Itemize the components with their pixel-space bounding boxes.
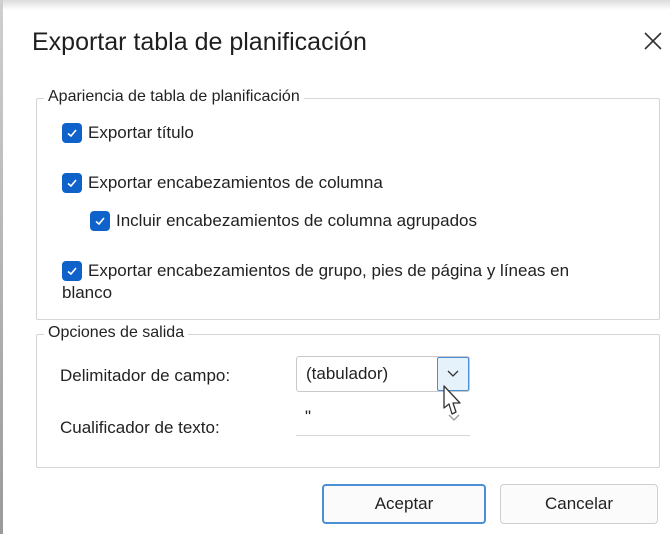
include-grouped-headers-checkbox[interactable]: [90, 211, 110, 231]
text-qualifier-label: Cualificador de texto:: [60, 418, 220, 437]
checkmark-icon: [67, 129, 77, 138]
background-window-edge: [0, 0, 670, 10]
text-qualifier-value: ": [305, 407, 312, 426]
field-delimiter-label: Delimitador de campo:: [60, 366, 231, 385]
checkmark-icon: [67, 179, 77, 188]
mouse-pointer-icon: [443, 385, 461, 415]
output-options-legend: Opciones de salida: [44, 324, 189, 342]
export-group-headers-label: Exportar encabezamientos de grupo, pies …: [62, 260, 570, 304]
chevron-down-icon: [447, 370, 459, 377]
appearance-group-legend: Apariencia de tabla de planificación: [44, 88, 304, 106]
close-button[interactable]: [638, 24, 668, 58]
export-column-headers-checkbox-row[interactable]: Exportar encabezamientos de columna: [62, 172, 383, 194]
export-group-headers-label-line2: blanco: [62, 283, 113, 302]
include-grouped-headers-checkbox-row[interactable]: Incluir encabezamientos de columna agrup…: [90, 210, 477, 232]
export-group-headers-label-line1: Exportar encabezamientos de grupo, pies …: [88, 261, 570, 280]
background-window-edge-left: [0, 0, 3, 534]
export-title-checkbox[interactable]: [62, 123, 82, 143]
checkmark-icon: [67, 267, 77, 276]
export-column-headers-checkbox[interactable]: [62, 173, 82, 193]
dialog-title: Exportar tabla de planificación: [32, 28, 367, 56]
export-group-headers-checkbox[interactable]: [62, 261, 82, 281]
export-group-headers-checkbox-row[interactable]: Exportar encabezamientos de grupo, pies …: [62, 260, 652, 304]
field-delimiter-value: (tabulador): [306, 364, 389, 383]
export-dialog: Exportar tabla de planificación Aparienc…: [10, 10, 670, 534]
export-column-headers-label: Exportar encabezamientos de columna: [88, 173, 383, 192]
close-icon: [644, 32, 662, 50]
export-title-checkbox-row[interactable]: Exportar título: [62, 122, 194, 144]
accept-button[interactable]: Aceptar: [322, 484, 486, 524]
checkmark-icon: [95, 217, 105, 226]
export-title-label: Exportar título: [88, 123, 194, 142]
cancel-button[interactable]: Cancelar: [500, 484, 658, 524]
include-grouped-headers-label: Incluir encabezamientos de columna agrup…: [116, 211, 478, 230]
